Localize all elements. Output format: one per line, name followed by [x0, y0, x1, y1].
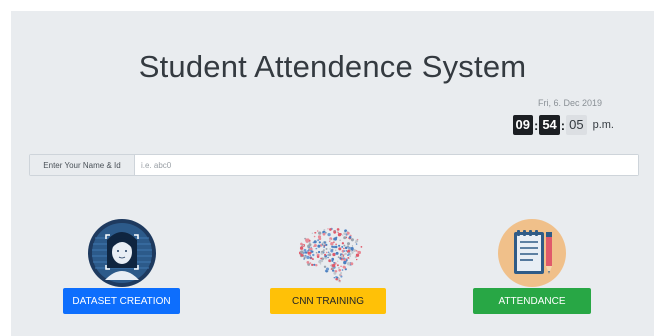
digital-clock: 09 : 54 : 05 p.m.: [512, 114, 614, 136]
clock-minutes: 54: [539, 115, 560, 135]
jumbotron-panel: Student Attendence System Fri, 6. Dec 20…: [11, 11, 654, 336]
face-scan-icon: [87, 218, 157, 288]
cnn-training-button[interactable]: CNN TRAINING: [270, 288, 386, 314]
date-display: Fri, 6. Dec 2019: [537, 98, 602, 108]
clock-hours: 09: [512, 115, 533, 135]
page-title: Student Attendence System: [138, 49, 527, 84]
clock-ampm: p.m.: [592, 119, 614, 131]
brain-icon: [294, 218, 369, 288]
dataset-creation-button[interactable]: DATASET CREATION: [63, 288, 180, 314]
notebook-pen-icon: [497, 218, 567, 288]
attendance-button[interactable]: ATTENDANCE: [473, 288, 591, 314]
name-id-input[interactable]: [135, 155, 638, 175]
name-id-label: Enter Your Name & Id: [30, 155, 135, 175]
name-id-input-group: Enter Your Name & Id: [29, 154, 639, 176]
clock-seconds: 05: [566, 115, 587, 135]
